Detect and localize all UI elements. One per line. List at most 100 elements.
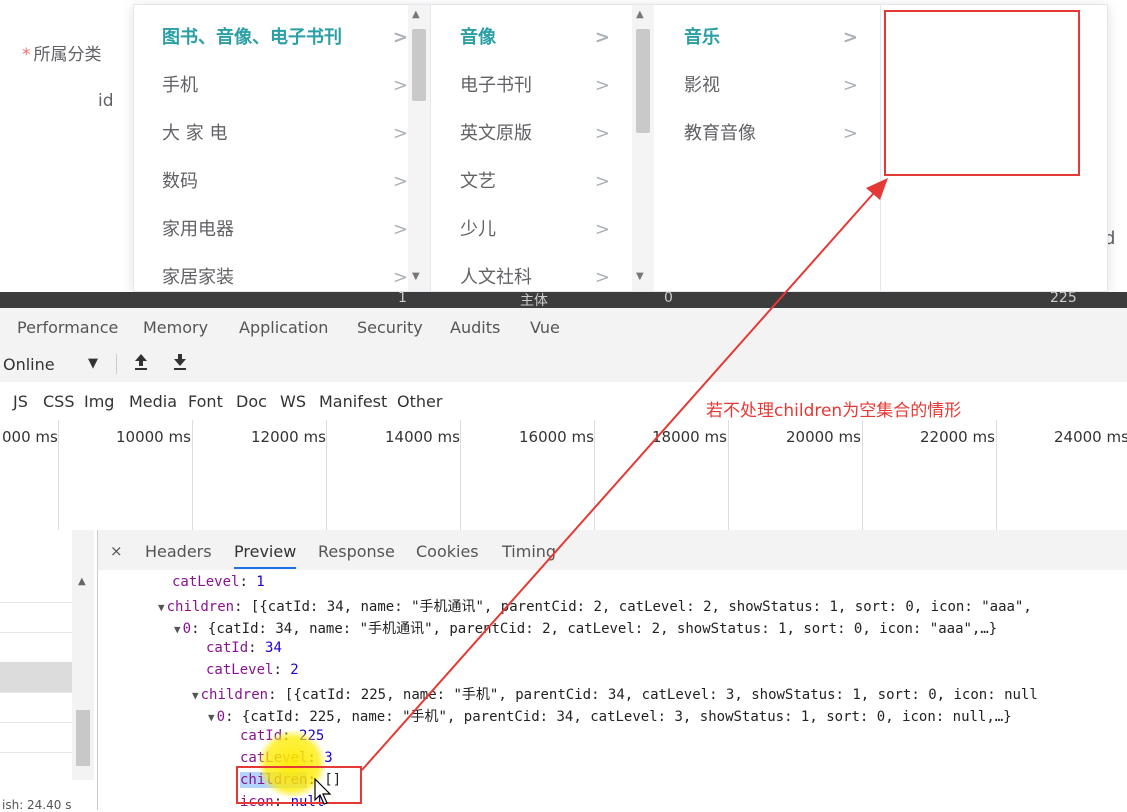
- timeline-tick-label: 14000 ms: [385, 428, 460, 446]
- cascader-item[interactable]: 家居家装 >: [134, 254, 430, 291]
- download-icon[interactable]: [172, 352, 188, 376]
- filter-media[interactable]: Media: [129, 392, 177, 411]
- request-row[interactable]: [0, 632, 72, 663]
- json-line[interactable]: ▼ children: [{catId: 34, name: "手机通讯", pa…: [158, 596, 1032, 616]
- request-row[interactable]: [0, 572, 72, 603]
- close-icon[interactable]: ×: [110, 542, 123, 560]
- chevron-right-icon: >: [842, 75, 858, 96]
- cascader-item-label: 教育音像: [684, 123, 756, 144]
- tab-response[interactable]: Response: [318, 542, 395, 561]
- tab-memory[interactable]: Memory: [143, 318, 208, 337]
- tab-timing[interactable]: Timing: [502, 542, 556, 561]
- json-line[interactable]: ▼ children: [{catId: 225, name: "手机", par…: [192, 684, 1038, 704]
- strip-text: 主体: [520, 293, 548, 309]
- filter-js[interactable]: JS: [13, 392, 28, 411]
- expand-triangle-icon[interactable]: ▼: [174, 623, 181, 636]
- category-label-text: 所属分类: [33, 45, 102, 65]
- cascader-scrollbar-2[interactable]: ▲ ▼: [632, 5, 654, 291]
- tab-audits[interactable]: Audits: [450, 318, 500, 337]
- cascader-item-label: 电子书刊: [460, 75, 532, 96]
- strip-text: 1: [398, 290, 407, 306]
- filter-font[interactable]: Font: [188, 392, 223, 411]
- scroll-down-icon[interactable]: ▼: [636, 271, 644, 282]
- id-form-label: id: [98, 91, 114, 111]
- cascader-item-label: 家居家装: [162, 267, 234, 288]
- cascader-item[interactable]: 大 家 电 >: [134, 110, 430, 158]
- scroll-up-icon[interactable]: ▲: [636, 9, 644, 20]
- filter-img[interactable]: Img: [84, 392, 114, 411]
- scroll-up-icon[interactable]: ▲: [412, 9, 420, 20]
- tab-headers[interactable]: Headers: [145, 542, 212, 561]
- json-key: 0: [182, 621, 192, 637]
- cascader-item-label: 人文社科: [460, 267, 532, 288]
- request-row[interactable]: [0, 692, 72, 723]
- chevron-down-icon[interactable]: ▼: [88, 356, 98, 371]
- chevron-right-icon: >: [392, 267, 408, 288]
- tab-preview[interactable]: Preview: [234, 542, 297, 569]
- request-row-selected[interactable]: [0, 662, 72, 693]
- network-toolbar: Online ▼: [0, 346, 1127, 383]
- toolbar-divider: [116, 354, 117, 374]
- request-row[interactable]: [0, 602, 72, 633]
- cascader-item[interactable]: 图书、音像、电子书刊 >: [134, 14, 430, 62]
- tab-cookies[interactable]: Cookies: [416, 542, 479, 561]
- cascader-item[interactable]: 音乐 >: [656, 14, 880, 62]
- filter-css[interactable]: CSS: [43, 392, 74, 411]
- expand-triangle-icon[interactable]: ▼: [192, 689, 199, 702]
- cascader-item-label: 音乐: [684, 27, 720, 48]
- cascader-item[interactable]: 少儿 >: [432, 206, 632, 254]
- timeline-gridline: [862, 420, 863, 530]
- chevron-right-icon: >: [594, 123, 610, 144]
- json-value: {catId: 34, name: "手机通讯", parentCid: 2, …: [207, 621, 998, 637]
- scroll-up-icon[interactable]: ▲: [78, 576, 86, 587]
- scrollbar-thumb[interactable]: [76, 710, 90, 766]
- timeline-tick-label: 12000 ms: [251, 428, 326, 446]
- cascader-item[interactable]: 音像 >: [432, 14, 632, 62]
- json-line[interactable]: ▼ 0: {catId: 34, name: "手机通讯", parentCid:…: [174, 618, 997, 638]
- mouse-cursor-icon: [314, 778, 332, 805]
- filter-doc[interactable]: Doc: [236, 392, 267, 411]
- scrollbar-thumb[interactable]: [636, 29, 650, 133]
- tab-security[interactable]: Security: [357, 318, 423, 337]
- timeline-gridline: [996, 420, 997, 530]
- throttle-select[interactable]: Online: [3, 355, 55, 374]
- json-line[interactable]: ▼ 0: {catId: 225, name: "手机", parentCid: …: [208, 706, 1012, 726]
- json-value: 2: [290, 662, 299, 678]
- cascader-item[interactable]: 英文原版 >: [432, 110, 632, 158]
- cascader-item[interactable]: 影视 >: [656, 62, 880, 110]
- cascader-item[interactable]: 手机 >: [134, 62, 430, 110]
- chevron-right-icon: >: [392, 123, 408, 144]
- scrollbar-thumb[interactable]: [412, 29, 426, 101]
- cascader-item-label: 图书、音像、电子书刊: [162, 27, 342, 48]
- chevron-right-icon: >: [594, 219, 610, 240]
- devtools-tabs: Performance Memory Application Security …: [0, 308, 1127, 347]
- cascader-item[interactable]: 电子书刊 >: [432, 62, 632, 110]
- request-list-scrollbar[interactable]: ▲: [72, 530, 94, 780]
- tab-application[interactable]: Application: [239, 318, 328, 337]
- request-row[interactable]: [0, 722, 72, 753]
- chevron-right-icon: >: [392, 75, 408, 96]
- filter-ws[interactable]: WS: [280, 392, 306, 411]
- filter-other[interactable]: Other: [397, 392, 442, 411]
- cascader-item-label: 家用电器: [162, 219, 234, 240]
- expand-triangle-icon[interactable]: ▼: [158, 601, 165, 614]
- expand-triangle-icon[interactable]: ▼: [208, 711, 215, 724]
- cascader-item[interactable]: 人文社科 >: [432, 254, 632, 291]
- cascader-item-label: 大 家 电: [162, 123, 228, 144]
- chevron-right-icon: >: [594, 267, 610, 288]
- upload-icon[interactable]: [133, 352, 149, 376]
- cascader-item[interactable]: 家用电器 >: [134, 206, 430, 254]
- filter-manifest[interactable]: Manifest: [319, 392, 387, 411]
- timeline-tick-label: 20000 ms: [786, 428, 861, 446]
- json-key: children: [166, 599, 235, 615]
- cascader-scrollbar-1[interactable]: ▲ ▼: [408, 5, 430, 291]
- json-value: [{catId: 34, name: "手机通讯", parentCid: 2,…: [250, 599, 1032, 615]
- cascader-item[interactable]: 数码 >: [134, 158, 430, 206]
- cascader-item[interactable]: 文艺 >: [432, 158, 632, 206]
- timeline-gridline: [728, 420, 729, 530]
- tab-performance[interactable]: Performance: [17, 318, 118, 337]
- json-value: {catId: 225, name: "手机", parentCid: 34, …: [241, 709, 1012, 725]
- cascader-item[interactable]: 教育音像 >: [656, 110, 880, 158]
- scroll-down-icon[interactable]: ▼: [412, 271, 420, 282]
- tab-vue[interactable]: Vue: [530, 318, 560, 337]
